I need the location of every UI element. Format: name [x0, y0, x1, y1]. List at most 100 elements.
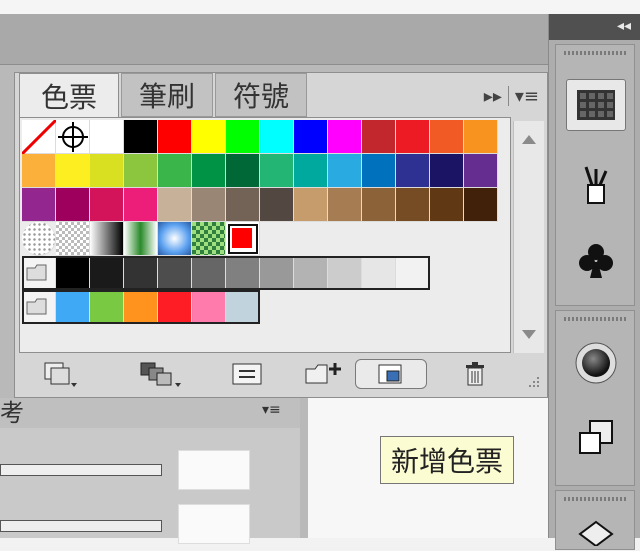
registration-swatch[interactable] — [56, 120, 90, 154]
scroll-down-arrow-icon[interactable] — [522, 330, 536, 339]
tab-brushes[interactable]: 筆刷 — [121, 73, 213, 117]
expand-panel-icon[interactable]: ▸▸ — [484, 86, 502, 107]
scroll-up-arrow-icon[interactable] — [522, 135, 536, 144]
color-swatch[interactable] — [124, 154, 158, 188]
color-swatch[interactable] — [158, 188, 192, 222]
swatch-scrollbar[interactable] — [513, 121, 544, 353]
panel-group-title-bar[interactable] — [0, 14, 548, 65]
color-group-folder-icon[interactable] — [22, 256, 56, 290]
grip-icon[interactable] — [564, 317, 626, 321]
gray-swatch[interactable] — [192, 256, 226, 290]
gradient-swatch[interactable] — [158, 222, 192, 256]
lower-panel-tab[interactable]: 考 — [0, 398, 24, 428]
gray-swatch[interactable] — [124, 256, 158, 290]
color-swatch[interactable] — [90, 120, 124, 154]
swatches-dock-button[interactable] — [566, 79, 626, 131]
color-swatch[interactable] — [158, 154, 192, 188]
appearance-dock-button[interactable] — [566, 337, 626, 389]
resize-grip-icon[interactable] — [527, 374, 541, 393]
color-swatch[interactable] — [396, 154, 430, 188]
grip-icon[interactable] — [564, 51, 626, 55]
color-swatch[interactable] — [56, 154, 90, 188]
new-color-group-button[interactable] — [299, 359, 347, 389]
value-field[interactable] — [178, 450, 250, 490]
tab-symbols[interactable]: 符號 — [215, 73, 307, 117]
color-swatch[interactable] — [260, 188, 294, 222]
color-swatch[interactable] — [362, 120, 396, 154]
color-swatch[interactable] — [192, 154, 226, 188]
color-swatch[interactable] — [464, 188, 498, 222]
color-swatch[interactable] — [22, 188, 56, 222]
gray-swatch[interactable] — [260, 256, 294, 290]
color-swatch[interactable] — [56, 188, 90, 222]
color-group-swatch[interactable] — [226, 290, 260, 324]
gradient-swatch[interactable] — [90, 222, 124, 256]
color-swatch[interactable] — [328, 154, 362, 188]
transparency-dock-button[interactable] — [566, 411, 626, 463]
color-swatch[interactable] — [294, 154, 328, 188]
color-swatch[interactable] — [226, 188, 260, 222]
pattern-swatch[interactable] — [192, 222, 226, 256]
show-swatch-kinds-button[interactable] — [137, 359, 187, 389]
gray-swatch[interactable] — [226, 256, 260, 290]
symbols-dock-button[interactable] — [566, 235, 626, 287]
color-swatch[interactable] — [396, 188, 430, 222]
color-swatch[interactable] — [90, 188, 124, 222]
color-swatch[interactable] — [158, 120, 192, 154]
none-swatch[interactable] — [20, 118, 58, 156]
swatch-libraries-button[interactable] — [39, 359, 83, 389]
gray-swatch[interactable] — [294, 256, 328, 290]
swatch-options-button[interactable] — [227, 359, 267, 389]
color-swatch[interactable] — [362, 154, 396, 188]
new-swatch-button[interactable] — [355, 359, 427, 389]
tab-swatches[interactable]: 色票 — [19, 73, 119, 117]
layers-dock-button[interactable] — [566, 511, 626, 551]
color-swatch[interactable] — [124, 188, 158, 222]
slider-track[interactable] — [0, 464, 162, 476]
gray-swatch[interactable] — [396, 256, 430, 290]
color-swatch[interactable] — [90, 154, 124, 188]
gray-swatch[interactable] — [158, 256, 192, 290]
color-swatch[interactable] — [328, 120, 362, 154]
color-swatch[interactable] — [192, 188, 226, 222]
color-swatch[interactable] — [464, 154, 498, 188]
color-group-swatch[interactable] — [90, 290, 124, 324]
color-group-swatch[interactable] — [158, 290, 192, 324]
color-group-swatch[interactable] — [124, 290, 158, 324]
color-swatch[interactable] — [294, 120, 328, 154]
value-field[interactable] — [178, 504, 250, 544]
color-swatch[interactable] — [124, 120, 158, 154]
color-swatch[interactable] — [226, 222, 260, 256]
gray-swatch[interactable] — [362, 256, 396, 290]
color-group-swatch[interactable] — [56, 290, 90, 324]
color-swatch[interactable] — [22, 154, 56, 188]
gray-swatch[interactable] — [90, 256, 124, 290]
color-group-swatch[interactable] — [192, 290, 226, 324]
color-swatch[interactable] — [430, 120, 464, 154]
color-swatch[interactable] — [396, 120, 430, 154]
color-swatch[interactable] — [260, 120, 294, 154]
color-swatch[interactable] — [464, 120, 498, 154]
pattern-swatch[interactable] — [22, 222, 56, 256]
pattern-swatch[interactable] — [56, 222, 90, 256]
color-swatch[interactable] — [260, 154, 294, 188]
color-swatch[interactable] — [226, 120, 260, 154]
collapse-dock-icon[interactable]: ◂◂ — [617, 18, 631, 34]
color-swatch[interactable] — [430, 154, 464, 188]
color-swatch[interactable] — [294, 188, 328, 222]
color-swatch[interactable] — [192, 120, 226, 154]
color-group-folder-icon[interactable] — [22, 290, 56, 324]
lower-panel-menu-icon[interactable]: ▾≡ — [262, 402, 281, 418]
gray-swatch[interactable] — [56, 256, 90, 290]
gradient-swatch[interactable] — [124, 222, 158, 256]
color-swatch[interactable] — [362, 188, 396, 222]
color-swatch[interactable] — [430, 188, 464, 222]
panel-menu-icon[interactable]: ▾≡ — [515, 86, 539, 107]
color-swatch[interactable] — [328, 188, 362, 222]
gray-swatch[interactable] — [328, 256, 362, 290]
brushes-dock-button[interactable] — [566, 159, 626, 211]
delete-swatch-button[interactable] — [455, 359, 495, 389]
grip-icon[interactable] — [564, 497, 626, 501]
slider-track[interactable] — [0, 520, 162, 532]
color-swatch[interactable] — [226, 154, 260, 188]
